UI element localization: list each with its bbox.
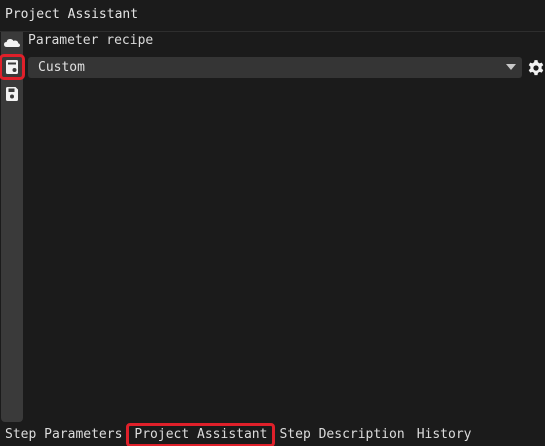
tab-step-description[interactable]: Step Description <box>273 425 410 445</box>
recipe-book-button[interactable] <box>0 54 25 80</box>
bottom-tab-bar: Step Parameters Project Assistant Step D… <box>0 423 545 446</box>
gear-icon[interactable] <box>527 59 545 77</box>
tab-history[interactable]: History <box>411 425 478 445</box>
sidebar <box>0 32 25 422</box>
window-title: Project Assistant <box>5 7 139 22</box>
title-bar: Project Assistant <box>0 0 545 32</box>
recipe-select-value: Custom <box>38 60 85 75</box>
save-button[interactable] <box>1 83 23 105</box>
cloud-button[interactable] <box>1 32 23 54</box>
cloud-icon <box>4 39 20 47</box>
tab-step-parameters[interactable]: Step Parameters <box>0 425 128 445</box>
recipe-select[interactable]: Custom <box>28 57 522 78</box>
chevron-down-icon <box>506 64 516 70</box>
save-icon <box>6 87 18 101</box>
parameter-recipe-label: Parameter recipe <box>28 33 154 48</box>
tab-project-assistant[interactable]: Project Assistant <box>126 423 276 446</box>
recipe-book-icon <box>6 60 18 74</box>
